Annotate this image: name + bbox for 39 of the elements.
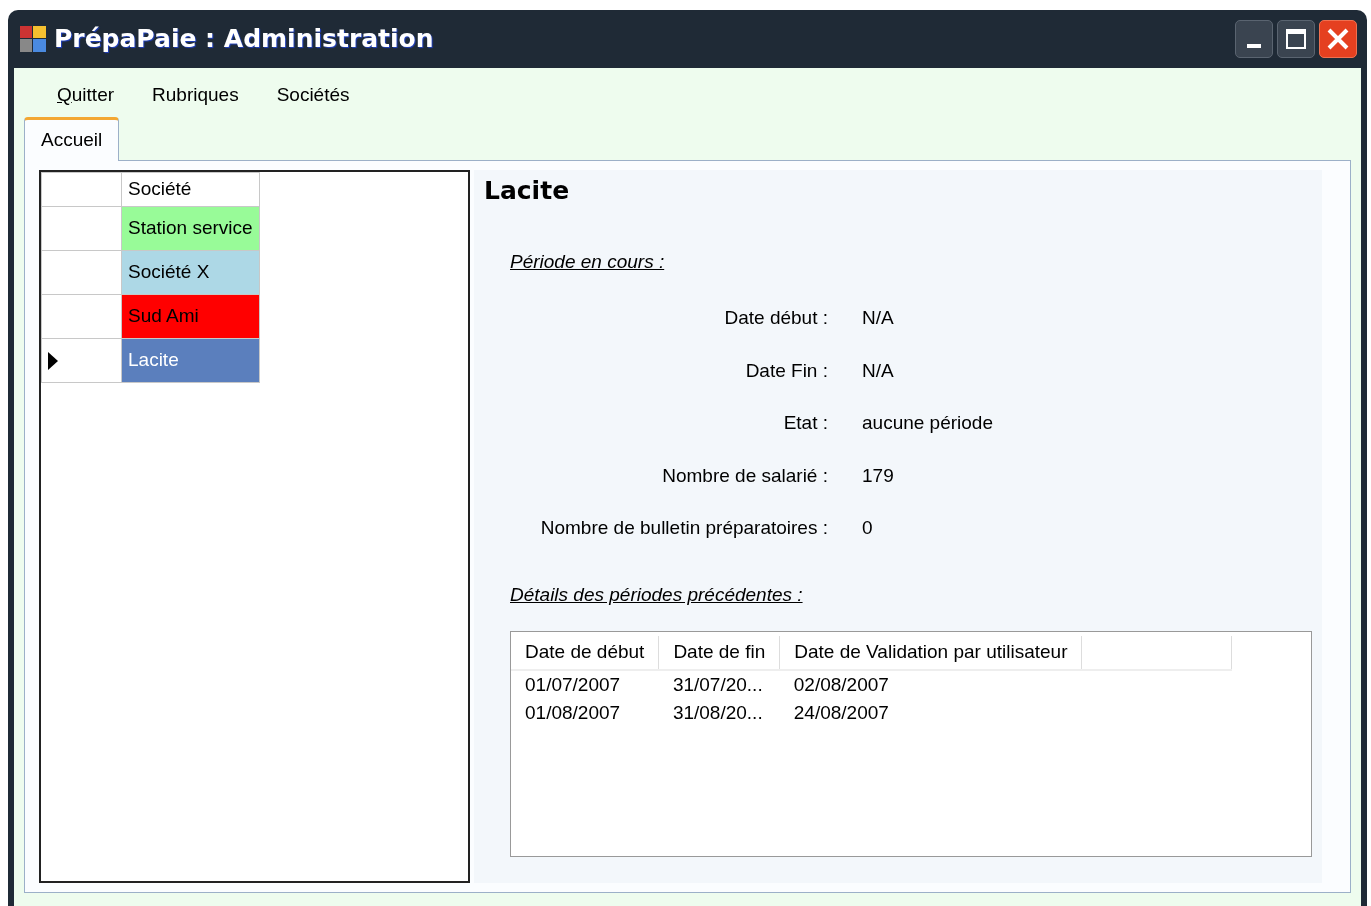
tab[interactable]: Accueil <box>24 117 120 161</box>
table-cell-text: 01/08/2007 <box>524 700 622 725</box>
column-header[interactable]: Date de Validation par utilisateur <box>779 636 1082 670</box>
app-icon <box>20 26 46 52</box>
menu-item[interactable]: Sociétés <box>257 74 369 116</box>
field-value: N/A <box>862 358 895 383</box>
table-cell: 01/07/2007 <box>511 669 659 699</box>
section-heading: Période en cours : <box>510 249 666 274</box>
close-button[interactable] <box>1319 20 1357 58</box>
field-label: Date Fin : <box>744 358 828 383</box>
window-title: PrépaPaie : Administration <box>54 23 434 56</box>
field-label: Nombre de salarié : <box>661 463 828 488</box>
field-value: aucune période <box>862 411 994 435</box>
table-cell: 31/07/20... <box>658 669 780 699</box>
table-cell-text: 24/08/2007 <box>792 700 890 725</box>
company-cell[interactable]: Station service <box>121 206 260 251</box>
company-title: Lacite <box>484 175 571 207</box>
column-header[interactable]: Date de début <box>511 636 659 670</box>
menu-item[interactable]: Rubriques <box>133 74 258 116</box>
company-cell[interactable]: Société X <box>121 250 260 295</box>
minimize-icon <box>1247 44 1261 48</box>
field-value: 0 <box>862 516 874 540</box>
field-label: Etat : <box>782 411 828 435</box>
field-value: 179 <box>862 463 895 488</box>
minimize-button[interactable] <box>1235 20 1273 58</box>
table-cell: 02/08/2007 <box>779 669 1082 699</box>
maximize-icon <box>1285 28 1307 50</box>
column-header: Société <box>121 172 260 207</box>
section-heading: Détails des périodes précédentes : <box>510 582 804 607</box>
column-header[interactable]: Date de fin <box>658 636 780 670</box>
field-label: Nombre de bulletin préparatoires : <box>539 516 828 540</box>
table-cell-text: 31/08/20... <box>671 700 764 725</box>
company-cell[interactable]: Lacite <box>121 338 260 383</box>
field-value: N/A <box>862 306 895 330</box>
field-label: Date début : <box>723 306 828 330</box>
maximize-button[interactable] <box>1277 20 1315 58</box>
company-cell[interactable]: Sud Ami <box>121 294 260 339</box>
close-icon <box>1326 27 1350 51</box>
menu-item[interactable]: Quitter <box>38 74 134 116</box>
